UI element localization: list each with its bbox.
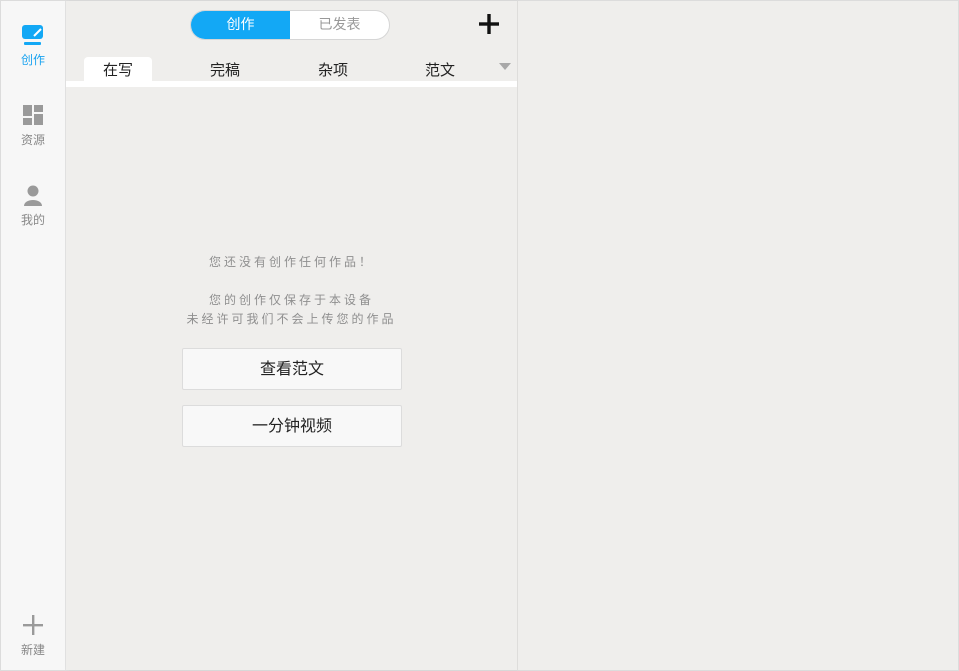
sidebar-item-label: 我的 [20,213,45,227]
tabs-dropdown-icon[interactable] [499,63,511,70]
new-label: 新建 [20,643,45,657]
sidebar: 创作 资源 我的 新建 [1,1,66,670]
segment-control: 创作 已发表 [190,10,390,40]
tab-finished[interactable]: 完稿 [191,57,259,82]
sidebar-item-mine[interactable]: 我的 [1,183,65,239]
empty-note-line2: 未经许可我们不会上传您的作品 [186,312,397,326]
dashboard-icon [21,103,45,127]
edit-icon [21,23,45,47]
plus-icon [21,613,45,637]
view-samples-button[interactable]: 查看范文 [182,348,402,390]
sidebar-item-resources[interactable]: 资源 [1,103,65,159]
segment-published[interactable]: 已发表 [290,11,389,39]
sidebar-item-create[interactable]: 创作 [1,23,65,79]
works-panel: 创作 已发表 在写 完稿 杂项 范文 您还没有创作任何作品！ 您的创作仅保存于本… [66,1,518,670]
tab-samples[interactable]: 范文 [406,57,474,82]
video-tutorial-button[interactable]: 一分钟视频 [182,405,402,447]
new-button[interactable]: 新建 [1,613,65,669]
sidebar-item-label: 资源 [20,133,45,147]
tab-writing[interactable]: 在写 [84,57,152,82]
sidebar-item-label: 创作 [20,53,45,67]
user-icon [21,183,45,207]
tab-misc[interactable]: 杂项 [299,57,367,82]
editor-area [518,1,958,670]
empty-note-line1: 您的创作仅保存于本设备 [208,293,374,307]
add-work-button[interactable] [478,13,500,35]
segment-create[interactable]: 创作 [191,11,290,39]
plus-icon [479,14,499,34]
empty-message: 您还没有创作任何作品！ [208,255,374,269]
app-window: 创作 资源 我的 新建 创作 已发表 在写 完稿 杂项 范文 您还没有创作任何作… [0,0,959,671]
